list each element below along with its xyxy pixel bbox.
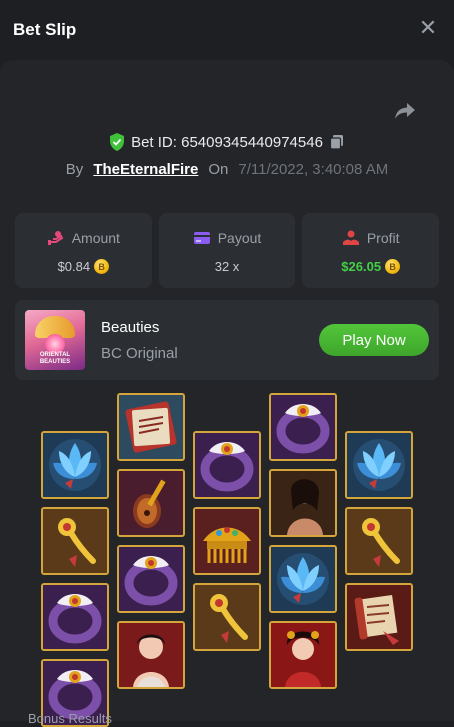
slot-symbol-scroll [345,583,413,651]
slot-symbol-hairpin [193,583,261,651]
stat-profit: Profit $26.05 B [302,213,440,288]
amount-icon [47,231,63,245]
stat-value: $0.84 [57,259,91,274]
slot-symbol-ring [269,393,337,461]
slot-symbol-ring [193,431,261,499]
slot-symbol-lady1 [117,621,185,689]
share-icon[interactable] [394,101,416,121]
bet-meta-row: By TheEternalFire On 7/11/2022, 3:40:08 … [0,159,454,179]
payout-icon [193,232,210,244]
shield-check-icon [110,133,125,151]
stat-value: 32 x [214,259,240,274]
page-title: Bet Slip [13,20,77,39]
slot-symbol-lotus [345,431,413,499]
on-label: On [208,160,229,178]
game-thumbnail[interactable]: ORIENTAL BEAUTIES [25,310,85,370]
slot-symbol-lady2 [269,469,337,537]
stat-label: Amount [71,230,120,246]
stat-amount: Amount $0.84 B [15,213,152,288]
slot-symbol-book [117,393,185,461]
stats-row: Amount $0.84 B Payout 32 x Profit $26.05… [15,213,440,288]
bet-datetime: 7/11/2022, 3:40:08 AM [238,160,389,178]
slot-symbol-ring [117,545,185,613]
play-now-button[interactable]: Play Now [319,324,429,356]
bonus-results-label: Bonus Results [28,711,112,726]
coin-icon: B [385,259,401,274]
close-icon[interactable]: ✕ [418,17,438,39]
bet-id-row: Bet ID: 65409345440974546 [0,132,454,152]
by-label: By [65,160,84,178]
game-card: ORIENTAL BEAUTIES Beauties BC Original P… [15,300,439,380]
game-provider: BC Original [101,345,178,362]
game-thumb-title: ORIENTAL BEAUTIES [39,352,71,365]
slot-symbol-lady3 [269,621,337,689]
coin-icon: B [94,259,110,274]
slot-symbol-hairpin [345,507,413,575]
stat-payout: Payout 32 x [158,213,296,288]
game-name: Beauties [101,319,160,336]
profit-icon [342,230,359,245]
bet-id: Bet ID: 65409345440974546 [131,133,323,151]
copy-icon[interactable] [329,134,345,150]
header: Bet Slip ✕ [0,0,454,60]
slot-symbol-comb [193,507,261,575]
stat-label: Profit [366,230,400,246]
stat-value: $26.05 [341,259,382,274]
slot-symbol-ring [41,583,109,651]
username-link[interactable]: TheEternalFire [93,161,198,178]
stat-label: Payout [217,230,262,246]
slot-symbol-pipa [117,469,185,537]
slot-symbol-lotus [41,431,109,499]
slot-symbol-lotus [269,545,337,613]
slot-symbol-hairpin [41,507,109,575]
